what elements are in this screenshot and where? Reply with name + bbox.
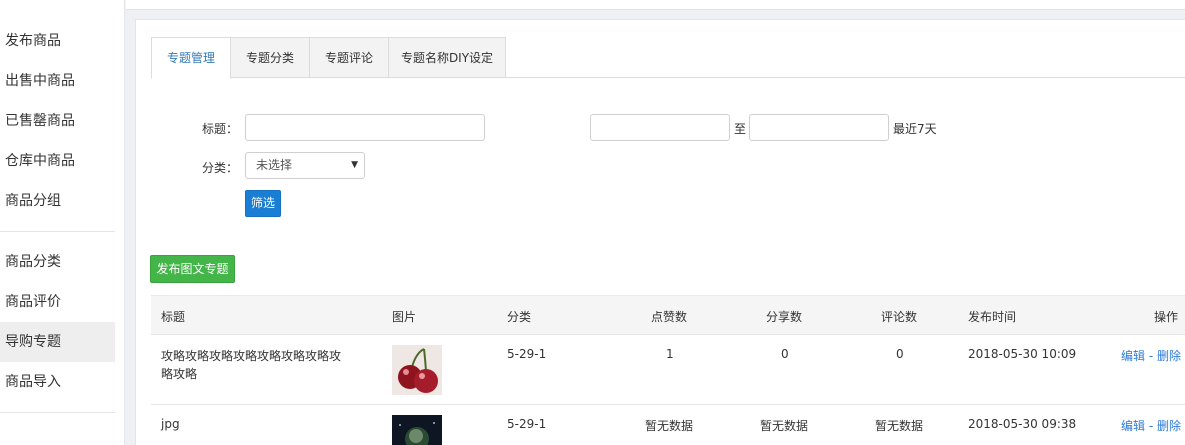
sidebar-item-on-sale-goods[interactable]: 出售中商品 [0,61,115,101]
col-comments: 评论数 [881,310,918,324]
row-category: 5-29-1 [507,417,547,431]
row-comments: 0 [896,347,904,361]
anime-thumbnail [392,415,442,445]
category-select-value: 未选择 [256,158,293,172]
action-separator: - [1148,419,1154,433]
tab-topic-management[interactable]: 专题管理 [151,37,231,79]
row-shares: 暂无数据 [760,419,809,433]
filter-button[interactable]: 筛选 [245,190,281,217]
row-likes: 1 [666,347,674,361]
sidebar-item-goods-review[interactable]: 商品评价 [0,282,115,322]
recent-7-days-link[interactable]: 最近7天 [893,120,937,137]
top-bar [126,0,1185,10]
publish-topic-button[interactable]: 发布图文专题 [150,255,235,283]
sidebar-item-sold-out-goods[interactable]: 已售罄商品 [0,101,115,141]
title-input[interactable] [245,114,485,141]
row-publish-time: 2018-05-30 09:38 [968,417,1077,431]
col-title: 标题 [161,310,186,324]
col-shares: 分享数 [766,310,803,324]
date-separator: 至 [734,122,747,136]
row-title-line: 略攻略 [161,367,198,381]
row-publish-time: 2018-05-30 10:09 [968,347,1077,361]
tab-bar: 专题管理 专题分类 专题评论 专题名称DIY设定 [151,37,1185,79]
row-comments: 暂无数据 [875,419,924,433]
tab-topic-name-diy[interactable]: 专题名称DIY设定 [388,37,506,78]
chevron-down-icon: ▼ [351,160,358,170]
sidebar-divider [0,412,115,413]
category-select[interactable]: 未选择 ▼ [245,152,365,179]
delete-link[interactable]: 删除 [1157,419,1181,433]
title-label: 标题： [202,122,239,136]
row-category: 5-29-1 [507,347,547,361]
table-row: 攻略攻略攻略攻略攻略攻略攻略攻 略攻略 5-29-1 1 0 0 2018-05… [151,335,1185,405]
action-separator: - [1148,349,1154,363]
col-image: 图片 [392,310,417,324]
sidebar-item-goods-group[interactable]: 商品分组 [0,181,115,221]
table-row: jpg 5-29-1 暂无数据 暂无数据 暂无数据 2018-05-30 09:… [151,405,1185,445]
edit-link[interactable]: 编辑 [1121,349,1145,363]
col-category: 分类 [507,310,532,324]
sidebar: 发布商品 出售中商品 已售罄商品 仓库中商品 商品分组 商品分类 商品评价 导购… [0,0,125,445]
edit-link[interactable]: 编辑 [1121,419,1145,433]
sidebar-item-shopping-guide[interactable]: 导购专题 [0,322,115,362]
row-actions: 编辑 - 删除 [1121,417,1181,434]
sidebar-divider [0,231,115,232]
row-title-line: jpg [161,417,180,431]
row-likes: 暂无数据 [645,419,694,433]
col-actions: 操作 [1154,310,1179,324]
main-panel: 专题管理 专题分类 专题评论 专题名称DIY设定 标题： 至 最近7天 分类： … [135,19,1185,445]
tab-topic-category[interactable]: 专题分类 [230,37,310,78]
delete-link[interactable]: 删除 [1157,349,1181,363]
date-from-input[interactable] [590,114,730,141]
col-publish-time: 发布时间 [968,310,1017,324]
sidebar-item-goods-import[interactable]: 商品导入 [0,362,115,402]
row-title-line: 攻略攻略攻略攻略攻略攻略攻略攻 [161,349,342,363]
table-header: 标题 图片 分类 点赞数 分享数 评论数 发布时间 操作 [151,295,1185,335]
tab-topic-comments[interactable]: 专题评论 [309,37,389,78]
cherry-thumbnail [392,345,442,395]
sidebar-item-warehouse-goods[interactable]: 仓库中商品 [0,141,115,181]
sidebar-item-goods-category[interactable]: 商品分类 [0,242,115,282]
sidebar-item-publish-goods[interactable]: 发布商品 [0,21,115,61]
row-actions: 编辑 - 删除 [1121,347,1181,364]
date-to-input[interactable] [749,114,889,141]
row-shares: 0 [781,347,789,361]
category-label: 分类： [202,161,239,175]
col-likes: 点赞数 [651,310,688,324]
